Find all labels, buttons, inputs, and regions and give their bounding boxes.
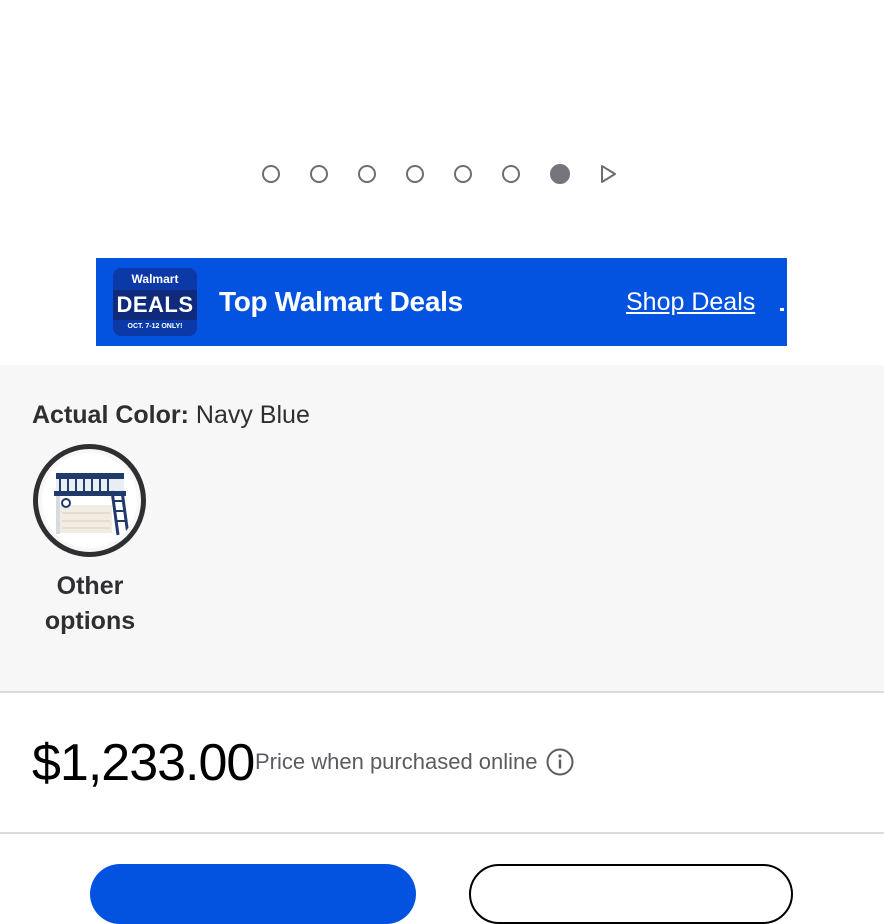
walmart-deals-logo: Walmart DEALS OCT. 7-12 ONLY! — [113, 268, 197, 336]
play-triangle-icon[interactable] — [598, 164, 618, 184]
shop-deals-link[interactable]: Shop Deals — [626, 288, 755, 317]
deals-banner[interactable]: Walmart DEALS OCT. 7-12 ONLY! Top Walmar… — [96, 258, 787, 346]
bunk-bed-thumbnail — [42, 453, 137, 548]
info-circle-icon[interactable] — [545, 747, 575, 777]
product-price: $1,233.00 — [32, 734, 255, 792]
primary-action-button[interactable] — [90, 864, 416, 924]
banner-title: Top Walmart Deals — [219, 286, 463, 317]
carousel-dot-7-active[interactable] — [550, 164, 570, 184]
image-carousel-dots — [262, 164, 618, 184]
carousel-dot-2[interactable] — [310, 165, 328, 183]
price-divider — [0, 832, 884, 834]
banner-overflow-mark — [780, 308, 784, 311]
carousel-dot-4[interactable] — [406, 165, 424, 183]
secondary-action-button[interactable] — [469, 864, 793, 924]
actual-color-line: Actual Color: Navy Blue — [32, 401, 310, 430]
actual-color-label: Actual Color: — [32, 401, 189, 429]
variant-section: Actual Color: Navy Blue Other options — [0, 365, 884, 693]
actual-color-value: Navy Blue — [195, 401, 310, 429]
other-options-label: Other options — [44, 572, 136, 635]
bunk-bed-image-icon — [42, 453, 137, 548]
carousel-dot-5[interactable] — [454, 165, 472, 183]
carousel-dot-3[interactable] — [358, 165, 376, 183]
carousel-dot-6[interactable] — [502, 165, 520, 183]
price-note: Price when purchased online — [255, 749, 538, 774]
carousel-dot-1[interactable] — [262, 165, 280, 183]
variant-swatch-other-options[interactable] — [33, 444, 146, 557]
deals-logo-brand: Walmart — [131, 272, 179, 286]
deals-logo-dates: OCT. 7-12 ONLY! — [127, 323, 183, 330]
deals-logo-main: DEALS — [113, 290, 197, 320]
